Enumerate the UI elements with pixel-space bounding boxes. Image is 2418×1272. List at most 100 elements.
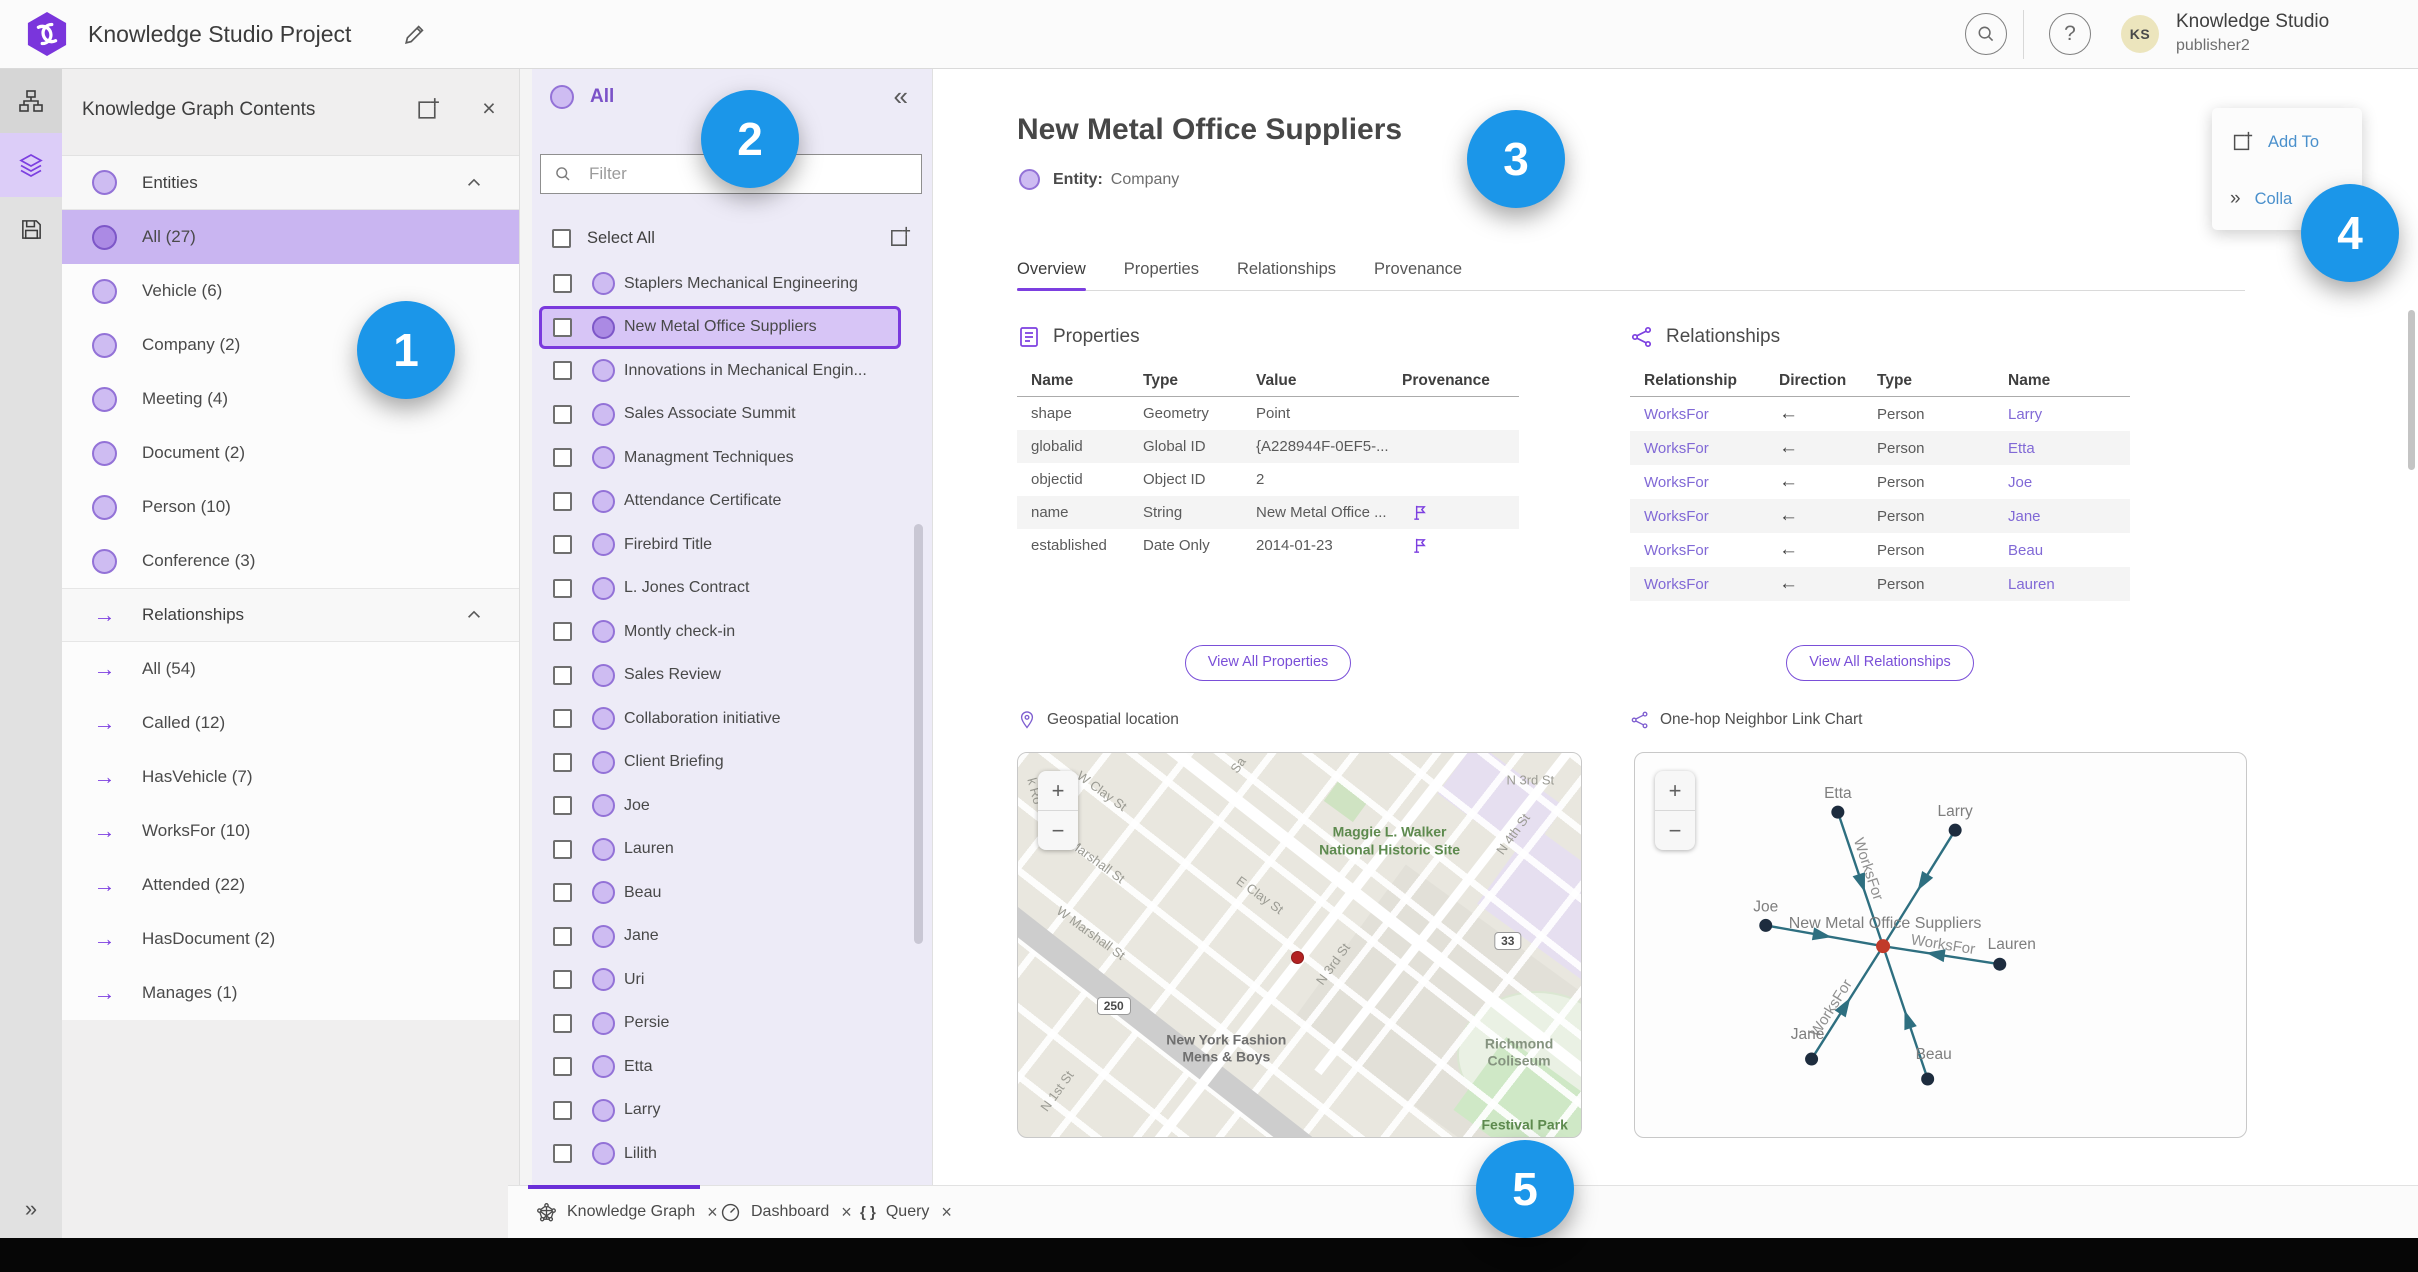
relationship-type-item[interactable]: → Attended (22) — [62, 858, 519, 912]
entity-list-item[interactable]: Jane — [539, 915, 901, 959]
entity-list-item[interactable]: New Metal Office Suppliers — [539, 305, 901, 349]
rail-item-contents[interactable] — [0, 133, 62, 197]
collapse-button[interactable]: » Colla — [2230, 188, 2292, 210]
close-tab-icon[interactable]: × — [707, 1202, 718, 1223]
entity-list-item[interactable]: Joe — [539, 784, 901, 828]
entity-list-item[interactable]: Larry — [539, 1089, 901, 1133]
item-checkbox[interactable] — [553, 752, 572, 772]
provenance-flag-icon[interactable] — [1410, 536, 1429, 555]
tab-knowledge-graph[interactable]: Knowledge Graph × — [536, 1186, 718, 1238]
view-all-properties-button[interactable]: View All Properties — [1184, 645, 1352, 681]
rail-item-schema[interactable] — [0, 69, 62, 133]
map-canvas[interactable]: k Ro W Clay St Sa Marshall St W Marshall St E… — [1017, 752, 1582, 1138]
link-chart-canvas[interactable]: WorksFor WorksFor WorksFor Etta Larry Joe Laur… — [1634, 752, 2247, 1138]
tab-dashboard[interactable]: Dashboard × — [720, 1186, 852, 1238]
zoom-in-button[interactable]: + — [1655, 771, 1695, 810]
entity-list-item[interactable]: Staplers Mechanical Engineering — [539, 262, 901, 306]
detail-tab[interactable]: Properties — [1124, 250, 1199, 290]
entity-list-item[interactable]: L. Jones Contract — [539, 567, 901, 611]
item-checkbox[interactable] — [553, 317, 572, 337]
close-panel-icon[interactable]: × — [475, 93, 503, 123]
related-entity-link[interactable]: Jane — [2008, 508, 2130, 525]
edit-title-icon[interactable] — [402, 22, 427, 47]
entity-list-item[interactable]: Montly check-in — [539, 610, 901, 654]
item-checkbox[interactable] — [553, 404, 572, 424]
search-button[interactable] — [1965, 13, 2007, 55]
relationship-type-item[interactable]: → HasVehicle (7) — [62, 750, 519, 804]
entity-type-item[interactable]: Meeting (4) — [62, 372, 519, 426]
relationship-link[interactable]: WorksFor — [1644, 508, 1779, 525]
entity-list-item[interactable]: Beau — [539, 871, 901, 915]
entity-list-item[interactable]: Collaboration initiative — [539, 697, 901, 741]
expand-rail-button[interactable]: » — [0, 1196, 62, 1222]
relationship-link[interactable]: WorksFor — [1644, 576, 1779, 593]
item-checkbox[interactable] — [553, 535, 572, 555]
entity-list-item[interactable]: Sales Associate Summit — [539, 393, 901, 437]
avatar[interactable]: KS — [2121, 15, 2159, 53]
entity-type-item[interactable]: All (27) — [62, 210, 519, 264]
item-checkbox[interactable] — [553, 1013, 572, 1033]
provenance-flag-icon[interactable] — [1410, 503, 1429, 522]
relationship-type-item[interactable]: → Called (12) — [62, 696, 519, 750]
zoom-out-button[interactable]: − — [1038, 810, 1078, 850]
related-entity-link[interactable]: Lauren — [2008, 576, 2130, 593]
related-entity-link[interactable]: Beau — [2008, 542, 2130, 559]
collapse-panel-icon[interactable]: « — [894, 81, 908, 112]
relationship-type-item[interactable]: → WorksFor (10) — [62, 804, 519, 858]
zoom-out-button[interactable]: − — [1655, 810, 1695, 850]
close-tab-icon[interactable]: × — [941, 1202, 952, 1223]
item-checkbox[interactable] — [553, 839, 572, 859]
scrollbar-thumb[interactable] — [914, 524, 923, 944]
item-checkbox[interactable] — [553, 665, 572, 685]
item-checkbox[interactable] — [553, 448, 572, 468]
item-checkbox[interactable] — [553, 883, 572, 903]
item-checkbox[interactable] — [553, 1144, 572, 1164]
detail-tab[interactable]: Overview — [1017, 250, 1086, 291]
add-to-button[interactable]: Add To — [2230, 130, 2319, 154]
add-to-new-button[interactable] — [414, 96, 441, 123]
tab-query[interactable]: { } Query × — [860, 1186, 952, 1238]
related-entity-link[interactable]: Larry — [2008, 406, 2130, 423]
item-checkbox[interactable] — [553, 926, 572, 946]
relationship-type-item[interactable]: → All (54) — [62, 642, 519, 696]
help-button[interactable]: ? — [2049, 13, 2091, 55]
detail-tab[interactable]: Provenance — [1374, 250, 1462, 290]
entity-type-item[interactable]: Document (2) — [62, 426, 519, 480]
entity-list-item[interactable]: Innovations in Mechanical Engin... — [539, 349, 901, 393]
relationships-section-header[interactable]: → Relationships — [62, 588, 519, 642]
relationship-type-item[interactable]: → Manages (1) — [62, 966, 519, 1020]
rail-item-save[interactable] — [0, 197, 62, 261]
relationship-link[interactable]: WorksFor — [1644, 406, 1779, 423]
select-all-checkbox[interactable] — [552, 228, 571, 248]
scrollbar-thumb[interactable] — [2408, 310, 2415, 470]
entity-list-item[interactable]: Client Briefing — [539, 741, 901, 785]
item-checkbox[interactable] — [553, 361, 572, 381]
entity-type-item[interactable]: Person (10) — [62, 480, 519, 534]
entity-type-item[interactable]: Vehicle (6) — [62, 264, 519, 318]
entity-type-item[interactable]: Conference (3) — [62, 534, 519, 588]
item-checkbox[interactable] — [553, 1100, 572, 1120]
entity-list-item[interactable]: Managment Techniques — [539, 436, 901, 480]
item-checkbox[interactable] — [553, 491, 572, 511]
relationship-type-item[interactable]: → HasDocument (2) — [62, 912, 519, 966]
entity-list-item[interactable]: Uri — [539, 958, 901, 1002]
entity-list-item[interactable]: Attendance Certificate — [539, 480, 901, 524]
item-checkbox[interactable] — [553, 622, 572, 642]
close-tab-icon[interactable]: × — [841, 1202, 852, 1223]
item-checkbox[interactable] — [553, 709, 572, 729]
detail-tab[interactable]: Relationships — [1237, 250, 1336, 290]
relationship-link[interactable]: WorksFor — [1644, 440, 1779, 457]
entity-list-item[interactable]: Lauren — [539, 828, 901, 872]
entity-list-item[interactable]: Firebird Title — [539, 523, 901, 567]
add-to-new-button[interactable] — [887, 225, 912, 250]
zoom-in-button[interactable]: + — [1038, 771, 1078, 810]
relationship-link[interactable]: WorksFor — [1644, 474, 1779, 491]
entities-section-header[interactable]: Entities — [62, 156, 519, 210]
relationship-link[interactable]: WorksFor — [1644, 542, 1779, 559]
entity-list-item[interactable]: Sales Review — [539, 654, 901, 698]
item-checkbox[interactable] — [553, 1057, 572, 1077]
item-checkbox[interactable] — [553, 796, 572, 816]
related-entity-link[interactable]: Etta — [2008, 440, 2130, 457]
item-checkbox[interactable] — [553, 274, 572, 294]
related-entity-link[interactable]: Joe — [2008, 474, 2130, 491]
